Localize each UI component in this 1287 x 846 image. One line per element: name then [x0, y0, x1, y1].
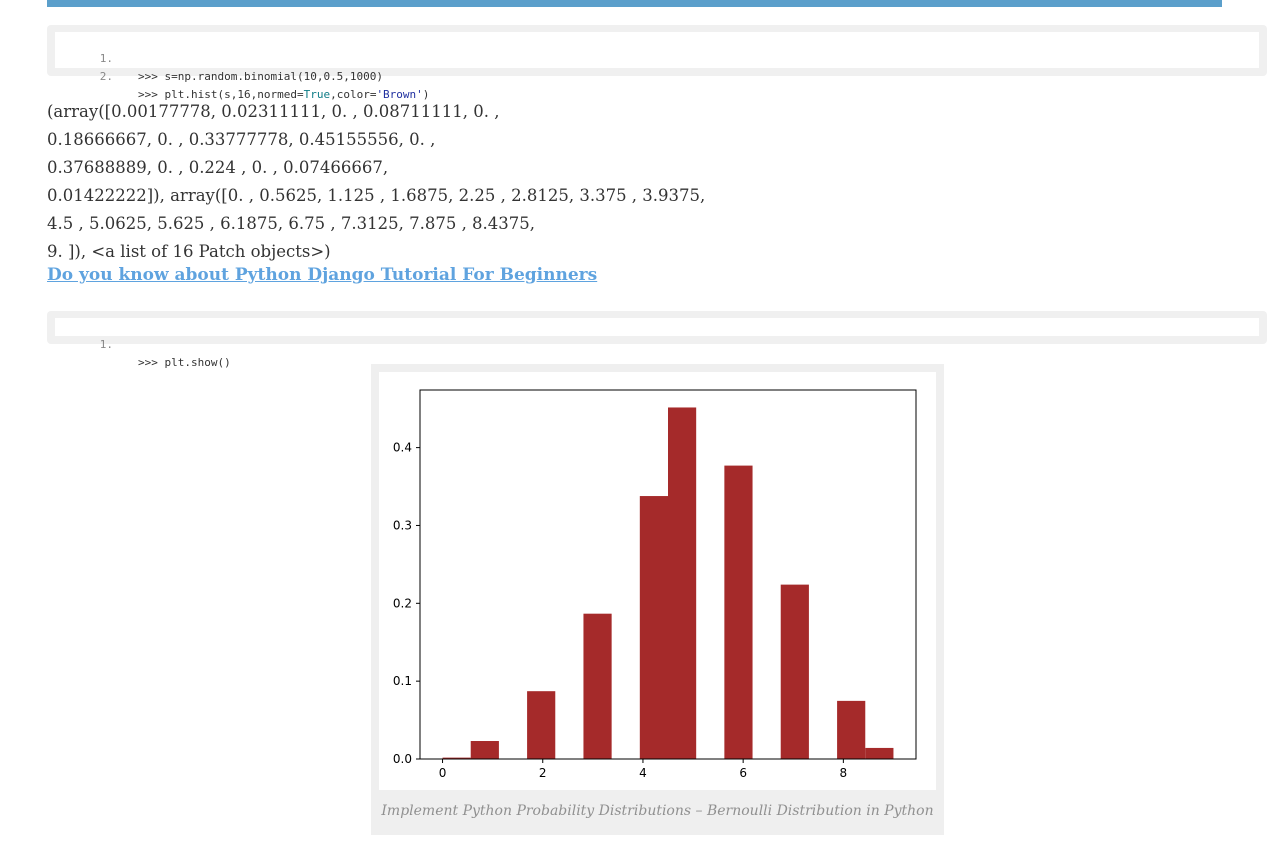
output-line: (array([0.00177778, 0.02311111, 0. , 0.0…	[47, 102, 500, 121]
figure-caption: Implement Python Probability Distributio…	[381, 803, 934, 819]
line-number: 2.	[99, 70, 113, 83]
histogram-bar	[837, 700, 866, 759]
y-tick-label: 0.2	[393, 596, 412, 610]
x-tick-label: 0	[439, 766, 447, 780]
histogram-bar	[527, 691, 556, 759]
prompt: >>>	[138, 70, 165, 83]
line-number: 1.	[99, 338, 113, 351]
figure: 0 2 4 6 8 0.0 0.1 0.2 0.3 0.4 Implement Python Pr…	[371, 364, 944, 835]
y-tick-label: 0.0	[393, 752, 412, 766]
hist-output-text: (array([0.00177778, 0.02311111, 0. , 0.0…	[47, 98, 747, 266]
histogram-bar	[583, 613, 612, 759]
histogram-bar	[639, 496, 668, 759]
histogram-bar	[470, 741, 499, 759]
prompt: >>>	[138, 356, 165, 369]
x-tick-label: 2	[539, 766, 547, 780]
code-block-1: 1. >>> s=np.random.binomial(10,0.5,1000)…	[47, 25, 1267, 101]
code-text: s=np.random.binomial(10,0.5,1000)	[164, 70, 384, 83]
code-line: 1. >>> s=np.random.binomial(10,0.5,1000)	[55, 32, 1259, 83]
code-line: 2. >>> plt.hist(s,16,normed=True,color='…	[55, 50, 1259, 101]
code-text: plt.show()	[164, 356, 231, 369]
output-line: 0.01422222]), array([0. , 0.5625, 1.125 …	[47, 186, 706, 205]
code-line: 1. >>> plt.show()	[55, 318, 1259, 369]
output-line: 0.18666667, 0. , 0.33777778, 0.45155556,…	[47, 130, 436, 149]
x-tick-label: 8	[840, 766, 848, 780]
django-tutorial-link[interactable]: Do you know about Python Django Tutorial…	[47, 265, 597, 285]
y-tick-label: 0.1	[393, 674, 412, 688]
output-line: 4.5 , 5.0625, 5.625 , 6.1875, 6.75 , 7.3…	[47, 214, 536, 233]
y-tick-label: 0.3	[393, 518, 412, 532]
top-banner-strip	[47, 0, 1222, 7]
output-line: 0.37688889, 0. , 0.224 , 0. , 0.07466667…	[47, 158, 389, 177]
x-tick-label: 6	[739, 766, 747, 780]
x-tick-label: 4	[639, 766, 647, 780]
histogram-bar	[668, 407, 697, 759]
output-line: 9. ]), <a list of 16 Patch objects>)	[47, 242, 331, 261]
histogram-bar	[780, 584, 809, 759]
histogram-bar	[724, 465, 753, 759]
y-tick-label: 0.4	[393, 441, 412, 455]
code-block-2: 1. >>> plt.show()	[47, 311, 1267, 369]
histogram-chart: 0 2 4 6 8 0.0 0.1 0.2 0.3 0.4	[393, 389, 917, 780]
histogram-plot: 0 2 4 6 8 0.0 0.1 0.2 0.3 0.4	[379, 372, 936, 790]
histogram-bar	[865, 747, 894, 759]
